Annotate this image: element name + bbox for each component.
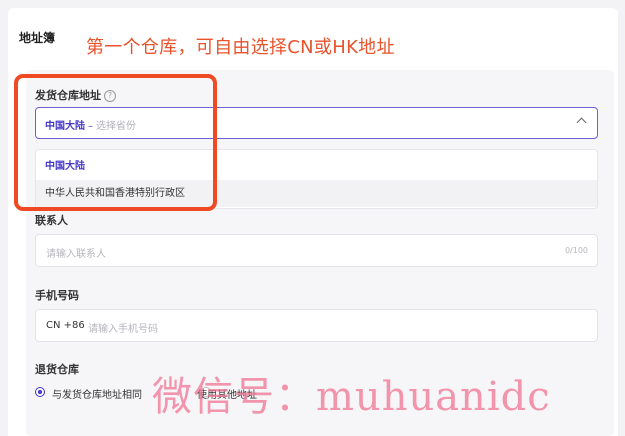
- radio-same-address-label[interactable]: 与发货仓库地址相同: [52, 386, 142, 401]
- contact-input[interactable]: 请输入联系人 0/100: [35, 234, 598, 267]
- contact-label: 联系人: [35, 214, 68, 227]
- address-book-title: 地址簿: [19, 31, 56, 45]
- annotation-title: 第一个仓库，可自由选择CN或HK地址: [86, 37, 395, 58]
- phone-input[interactable]: CN +86 请输入手机号码: [35, 309, 598, 342]
- contact-placeholder: 请输入联系人: [46, 249, 106, 260]
- contact-char-counter: 0/100: [564, 246, 588, 255]
- chevron-up-icon[interactable]: [576, 117, 587, 128]
- country-code-prefix[interactable]: CN +86: [46, 320, 85, 331]
- phone-label: 手机号码: [35, 289, 79, 302]
- radio-same-address[interactable]: [35, 387, 45, 397]
- return-warehouse-label: 退货仓库: [35, 363, 79, 376]
- annotation-highlight-box: [14, 74, 217, 211]
- watermark-text: 微信号：muhuanidc: [152, 374, 551, 420]
- phone-placeholder: 请输入手机号码: [88, 324, 158, 335]
